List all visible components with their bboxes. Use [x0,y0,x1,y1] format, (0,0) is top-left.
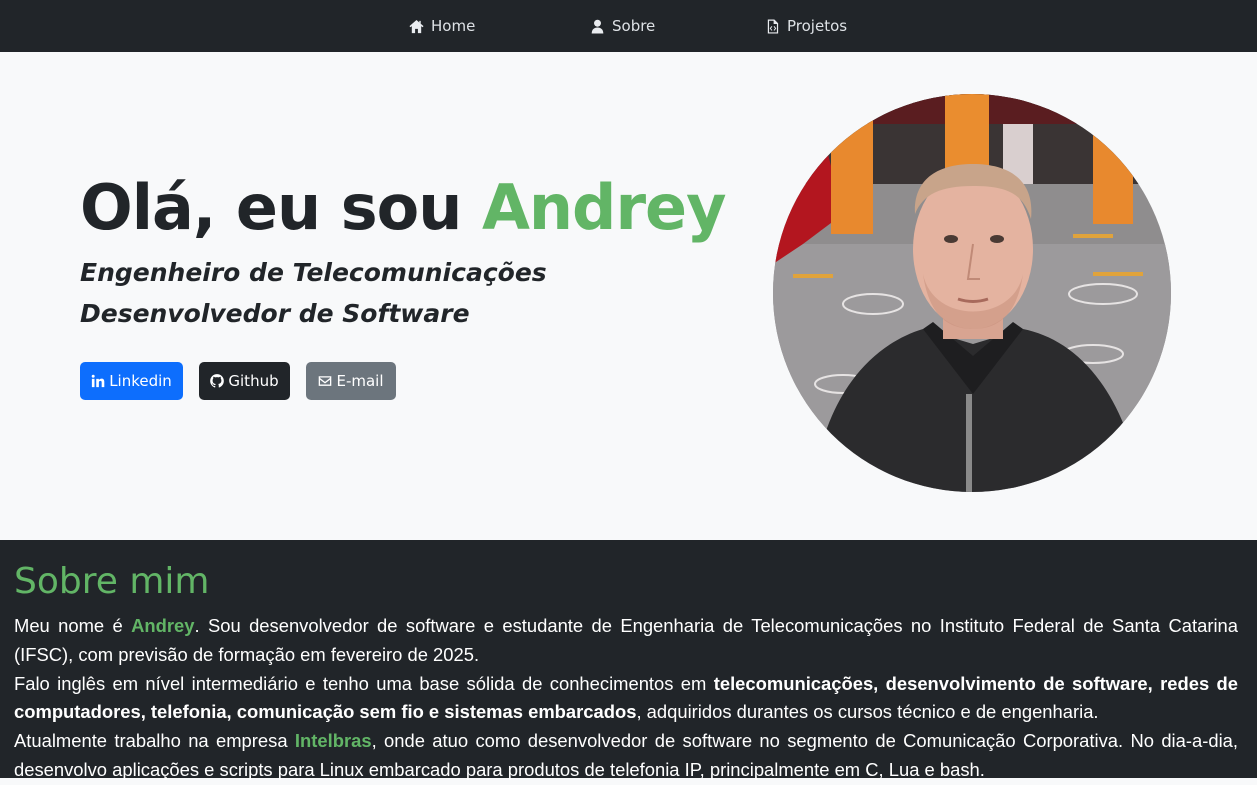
nav-projetos-label: Projetos [787,17,848,35]
linkedin-button-label: Linkedin [109,372,172,390]
nav-sobre-label: Sobre [612,17,656,35]
hero-subtitle-role-2: Desenvolvedor de Software [80,299,470,328]
nav-home-label: Home [431,17,476,35]
about-p1-text-end: . Sou desenvolvedor de software e estuda… [14,615,1238,665]
profile-photo [773,94,1171,492]
nav-projetos[interactable]: Projetos [765,0,847,52]
hero-title: Olá, eu sou Andrey [80,164,727,252]
about-paragraph-2: Falo inglês em nível intermediário e ten… [14,670,1238,728]
home-icon [409,19,424,33]
github-button[interactable]: Github [199,362,290,400]
linkedin-button[interactable]: Linkedin [80,362,183,400]
hero-title-name: Andrey [481,171,727,244]
hero-title-prefix: Olá, eu sou [80,171,462,244]
about-name-highlight: Andrey [131,615,195,636]
nav-home[interactable]: Home [409,0,475,52]
envelope-icon [319,376,332,386]
about-company-highlight: Intelbras [294,730,372,752]
file-code-icon [767,18,779,34]
profile-photo-illustration [773,94,1171,492]
about-text: Meu nome é Andrey. Sou desenvolvedor de … [14,612,1238,785]
github-button-label: Github [228,372,279,390]
hero-section: Olá, eu sou Andrey Engenheiro de Telecom… [0,52,1257,540]
email-button-label: E-mail [336,372,384,390]
about-p3-text: Atualmente trabalho na empresa [14,730,295,752]
hero-subtitle-role-1: Engenheiro de Telecomunicações [80,258,547,287]
email-button[interactable]: E-mail [306,362,396,400]
user-icon [591,19,604,34]
about-paragraph-1: Meu nome é Andrey. Sou desenvolvedor de … [14,612,1238,670]
nav-sobre[interactable]: Sobre [590,0,655,52]
about-title: Sobre mim [14,561,210,602]
about-p2-text: Falo inglês em nível intermediário e ten… [14,672,714,694]
linkedin-icon [91,374,105,388]
github-icon [210,374,225,388]
navbar: Home Sobre Projetos [0,0,1257,52]
about-section: Sobre mim Meu nome é Andrey. Sou desenvo… [0,540,1257,780]
about-paragraph-3: Atualmente trabalho na empresa Intelbras… [14,727,1238,785]
about-p1-text: Meu nome é [14,615,132,636]
about-p2-text-end: , adquiridos durantes os cursos técnico … [636,701,1099,723]
